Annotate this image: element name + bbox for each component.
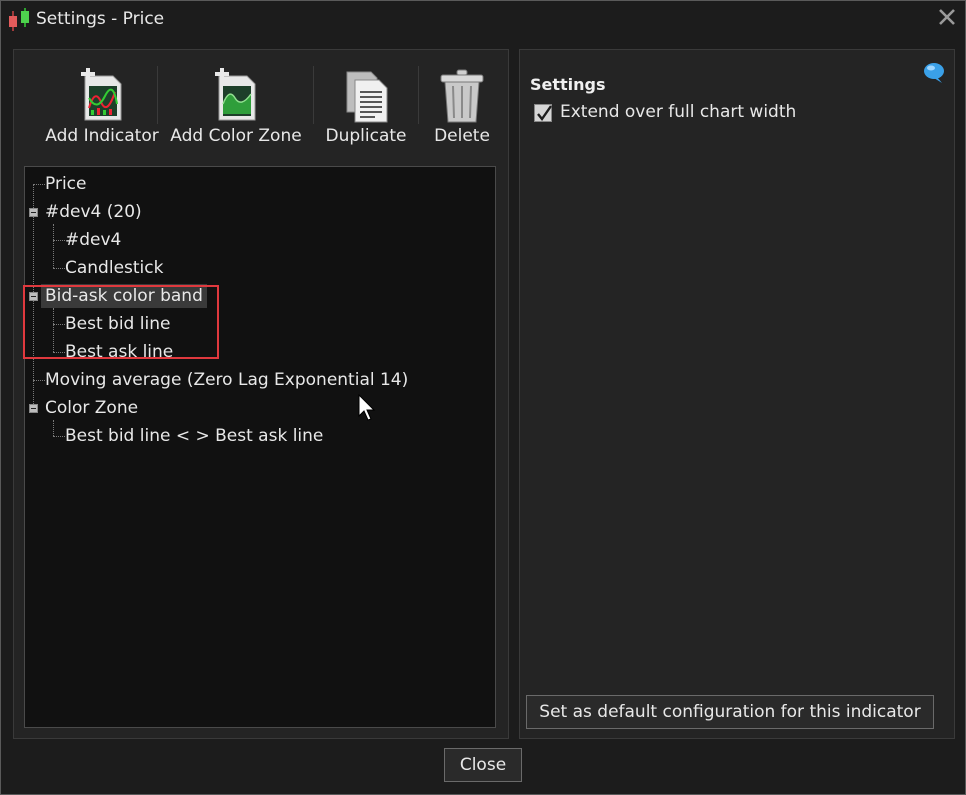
tree-node-color-zone-child[interactable]: Best bid line < > Best ask line: [65, 424, 323, 448]
tree-connector: [33, 380, 45, 381]
tree-node-price[interactable]: Price: [45, 172, 86, 196]
tree-connector: [53, 224, 54, 268]
indicator-panel: Add Indicator Add Color Zone Duplicate D…: [13, 49, 509, 739]
indicator-tree[interactable]: Price #dev4 (20) #dev4 Candlestick Bid-a…: [24, 166, 496, 728]
help-speech-bubble-icon[interactable]: [922, 62, 946, 84]
tree-node-bid-ask-band[interactable]: Bid-ask color band: [41, 284, 207, 308]
title-bar: Settings - Price: [1, 1, 965, 37]
settings-panel: Settings Extend over full chart width Se…: [519, 49, 955, 739]
tree-connector: [53, 268, 65, 269]
duplicate-icon: [346, 71, 388, 123]
tree-connector: [53, 240, 65, 241]
extend-full-width-checkbox[interactable]: [534, 104, 552, 122]
tree-connector: [53, 324, 65, 325]
tree-connector: [53, 352, 65, 353]
add-indicator-label: Add Indicator: [45, 126, 159, 146]
close-button[interactable]: Close: [444, 748, 522, 782]
collapse-icon[interactable]: [29, 208, 38, 217]
tree-connector: [33, 184, 45, 185]
tree-connector: [53, 436, 65, 437]
tree-node-color-zone[interactable]: Color Zone: [45, 396, 138, 420]
candlestick-app-icon: [9, 8, 29, 31]
tree-node-moving-average[interactable]: Moving average (Zero Lag Exponential 14): [45, 368, 408, 392]
settings-heading: Settings: [530, 75, 606, 94]
tree-node-best-ask[interactable]: Best ask line: [65, 340, 173, 364]
add-color-zone-icon: [215, 68, 256, 121]
duplicate-button[interactable]: Duplicate: [320, 62, 412, 152]
add-indicator-button[interactable]: Add Indicator: [28, 62, 176, 152]
delete-button[interactable]: Delete: [424, 62, 500, 152]
add-color-zone-label: Add Color Zone: [170, 126, 302, 146]
duplicate-label: Duplicate: [325, 126, 407, 146]
tree-node-dev4-group[interactable]: #dev4 (20): [45, 200, 142, 224]
tree-connector: [53, 420, 54, 436]
collapse-icon[interactable]: [29, 292, 38, 301]
toolbar-separator: [157, 66, 158, 124]
toolbar-separator: [418, 66, 419, 124]
toolbar: Add Indicator Add Color Zone Duplicate D…: [14, 50, 508, 160]
window-title: Settings - Price: [36, 9, 165, 29]
tree-node-dev4[interactable]: #dev4: [65, 228, 121, 252]
delete-label: Delete: [434, 126, 490, 146]
add-indicator-icon: [81, 68, 122, 121]
settings-window: Settings - Price Add Indicator Add Color…: [0, 0, 966, 795]
toolbar-separator: [313, 66, 314, 124]
tree-connector: [53, 308, 54, 352]
close-icon[interactable]: [935, 5, 959, 29]
extend-full-width-label: Extend over full chart width: [560, 102, 797, 122]
tree-node-best-bid[interactable]: Best bid line: [65, 312, 170, 336]
tree-node-candlestick[interactable]: Candlestick: [65, 256, 163, 280]
trash-icon: [440, 69, 484, 123]
collapse-icon[interactable]: [29, 404, 38, 413]
set-default-config-button[interactable]: Set as default configuration for this in…: [526, 695, 934, 729]
add-color-zone-button[interactable]: Add Color Zone: [168, 62, 304, 152]
checkmark-icon: [537, 105, 552, 122]
